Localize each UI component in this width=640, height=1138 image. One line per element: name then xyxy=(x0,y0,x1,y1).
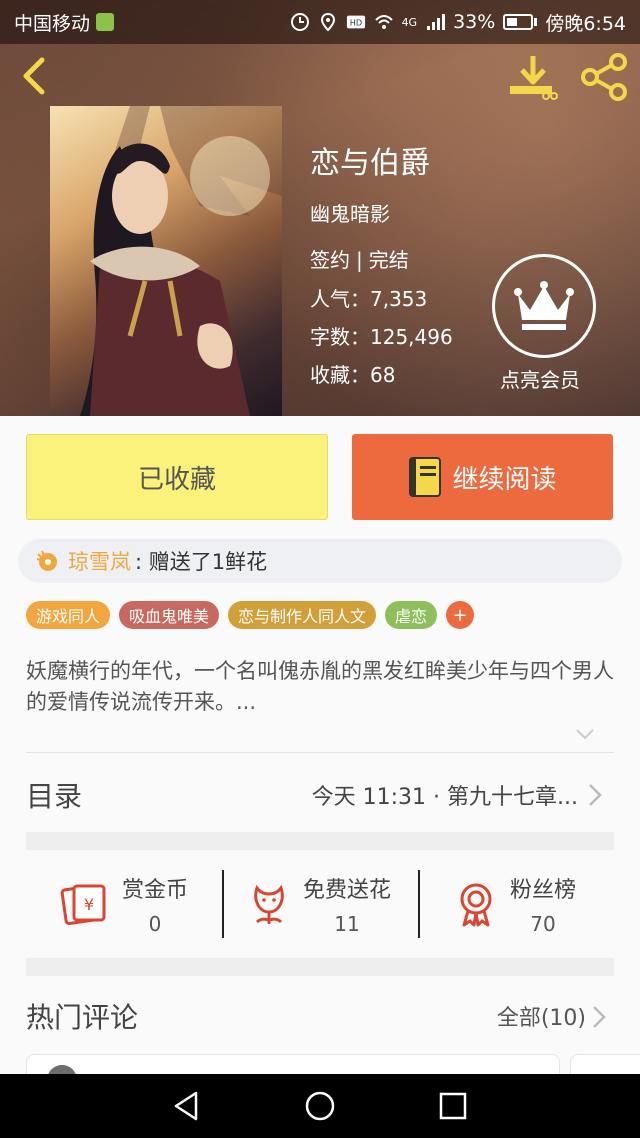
favorites-label: 收藏： xyxy=(310,363,370,387)
toc-title: 目录 xyxy=(26,780,83,813)
award-ribbon-icon xyxy=(460,883,492,927)
stat-label: 免费送花 xyxy=(302,878,391,903)
vip-button[interactable] xyxy=(492,254,596,358)
nav-home-icon[interactable] xyxy=(303,1089,337,1123)
reward-coins-button[interactable]: ¥ 赏金币 0 xyxy=(26,864,222,944)
signal-icon xyxy=(427,14,446,30)
nav-recents-icon[interactable] xyxy=(436,1089,470,1123)
stat-value: 70 xyxy=(530,912,556,936)
divider xyxy=(26,752,614,753)
tag-list: 游戏同人 吸血鬼唯美 恋与制作人同人文 虐恋 + xyxy=(26,601,475,629)
stat-value: 0 xyxy=(148,912,162,936)
word-count: 字数：125,496 xyxy=(310,321,453,350)
svg-text:HD: HD xyxy=(349,18,361,28)
comments-title: 热门评论 xyxy=(26,1001,139,1034)
popularity-label: 人气： xyxy=(310,287,370,311)
add-tag-button[interactable]: + xyxy=(446,601,475,629)
book-title: 恋与伯爵 xyxy=(310,146,430,181)
chevron-down-icon[interactable] xyxy=(574,724,596,744)
clock: 傍晚6:54 xyxy=(545,12,626,35)
alarm-icon xyxy=(290,13,309,31)
carrier: 中国移动 xyxy=(14,9,115,36)
battery-icon xyxy=(503,14,538,30)
stat-label: 粉丝榜 xyxy=(509,878,576,903)
section-separator xyxy=(26,958,614,976)
stats-row: ¥ 赏金币 0 免费送花 11 粉丝榜 70 xyxy=(26,864,614,944)
tag-item[interactable]: 吸血鬼唯美 xyxy=(119,601,220,629)
wifi-icon xyxy=(374,15,393,29)
favorites: 收藏：68 xyxy=(310,359,395,388)
status-complete: 完结 xyxy=(368,248,409,272)
favorites-value: 68 xyxy=(370,363,396,387)
section-separator xyxy=(26,832,614,850)
word-count-value: 125,496 xyxy=(370,325,453,349)
gift-text: : 赠送了1鲜花 xyxy=(135,550,268,574)
book-author[interactable]: 幽鬼暗影 xyxy=(310,198,390,227)
flower-gift-icon xyxy=(36,550,57,571)
battery-percent: 33% xyxy=(453,11,496,33)
location-icon xyxy=(320,12,335,32)
download-icon[interactable] xyxy=(506,52,560,102)
fans-ranking-button[interactable]: 粉丝榜 70 xyxy=(418,864,614,944)
free-flower-button[interactable]: 免费送花 11 xyxy=(222,864,418,944)
book-status: 签约 | 完结 xyxy=(310,248,409,272)
continue-reading-label: 继续阅读 xyxy=(452,464,557,495)
gift-feed[interactable]: 琼雪岚 : 赠送了1鲜花 xyxy=(18,539,622,583)
system-nav-bar xyxy=(0,1074,640,1138)
book-cover[interactable] xyxy=(50,106,282,416)
back-icon[interactable] xyxy=(14,54,54,98)
tag-item[interactable]: 恋与制作人同人文 xyxy=(228,601,377,629)
continue-reading-button[interactable]: 继续阅读 xyxy=(352,434,613,520)
collected-label: 已收藏 xyxy=(137,464,216,495)
popularity: 人气：7,353 xyxy=(310,283,427,312)
vip-label[interactable]: 点亮会员 xyxy=(500,364,580,393)
chevron-right-icon xyxy=(589,784,602,806)
svg-text:¥: ¥ xyxy=(84,895,94,914)
latest-chapter: 今天 11:31 · 第九十七章... xyxy=(311,785,578,810)
word-count-label: 字数： xyxy=(310,325,370,349)
stat-label: 赏金币 xyxy=(121,878,188,903)
collected-button[interactable]: 已收藏 xyxy=(26,434,328,520)
book-icon xyxy=(409,457,442,497)
tag-item[interactable]: 游戏同人 xyxy=(26,601,111,629)
book-header: 中国移动 HD 4G 33% 傍晚6:54 恋与伯爵 幽鬼暗影 签约 | 完结 … xyxy=(0,0,640,416)
nav-back-icon[interactable] xyxy=(170,1089,204,1123)
tag-item[interactable]: 虐恋 xyxy=(385,601,438,629)
gift-user[interactable]: 琼雪岚 xyxy=(68,546,131,576)
all-comments-link[interactable]: 全部(10) xyxy=(497,1000,586,1032)
status-bar: 中国移动 HD 4G 33% 傍晚6:54 xyxy=(0,0,640,44)
table-of-contents[interactable]: 目录 今天 11:31 · 第九十七章... xyxy=(26,760,614,830)
stat-value: 11 xyxy=(334,912,360,936)
book-summary[interactable]: 妖魔横行的年代，一个名叫傀赤胤的黑发红眸美少年与四个男人的爱情传说流传开来。..… xyxy=(26,656,616,718)
carrier-label: 中国移动 xyxy=(14,12,91,35)
sim-icon xyxy=(96,13,115,31)
red-envelope-icon: ¥ xyxy=(60,884,106,926)
chevron-right-icon[interactable] xyxy=(590,1004,608,1030)
hot-comments-header: 热门评论 全部(10) xyxy=(26,986,614,1046)
network-type: 4G xyxy=(401,15,418,29)
crown-icon xyxy=(514,281,574,330)
hd-icon: HD xyxy=(346,15,365,29)
popularity-value: 7,353 xyxy=(370,287,428,311)
flower-icon xyxy=(254,884,284,924)
status-signed: 签约 xyxy=(310,248,350,272)
share-icon[interactable] xyxy=(578,52,630,102)
